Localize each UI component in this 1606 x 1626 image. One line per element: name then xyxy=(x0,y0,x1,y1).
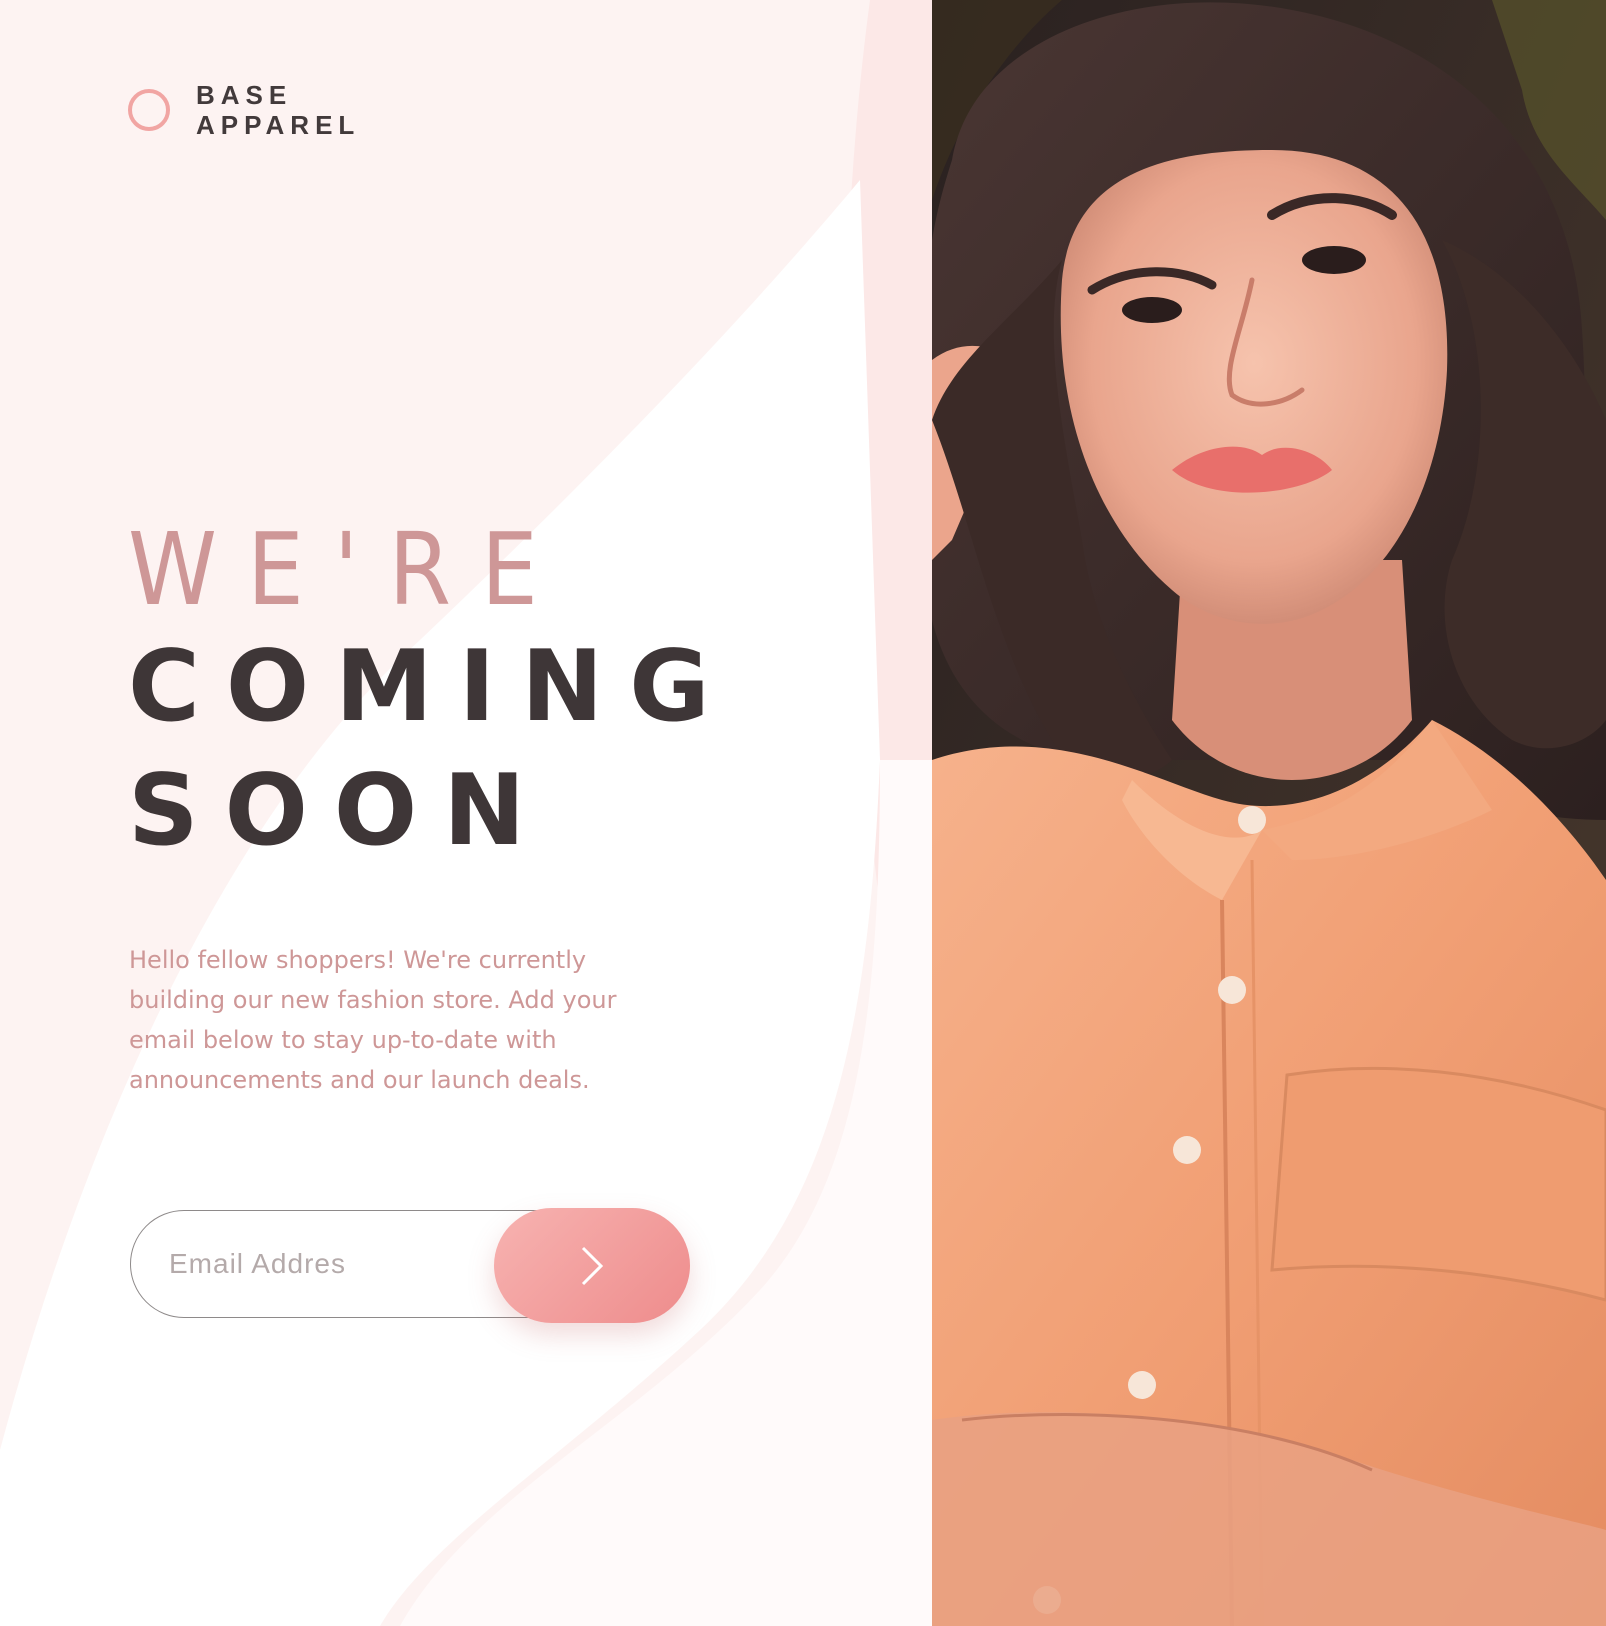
ring-icon xyxy=(128,89,170,131)
email-signup-form xyxy=(130,1208,690,1323)
headline-bold-line-2: SOON xyxy=(128,754,552,868)
submit-button[interactable] xyxy=(494,1208,690,1323)
left-content-panel: BASE APPAREL WE'RE COMING SOON Hello fel… xyxy=(0,0,932,1626)
brand-line-1: BASE xyxy=(196,80,293,110)
page-headline: WE'RE COMING SOON xyxy=(128,515,736,873)
headline-light-text: WE'RE xyxy=(128,511,568,628)
hero-image xyxy=(932,0,1606,1626)
headline-bold-line-1: COMING xyxy=(128,630,736,744)
brand-line-2: APPAREL xyxy=(196,110,361,140)
brand-wordmark: BASE APPAREL xyxy=(196,80,360,140)
woman-portrait-photo xyxy=(932,0,1606,1626)
intro-description: Hello fellow shoppers! We're currently b… xyxy=(129,946,617,1094)
brand-logo[interactable]: BASE APPAREL xyxy=(128,80,360,140)
chevron-right-icon xyxy=(581,1246,604,1285)
